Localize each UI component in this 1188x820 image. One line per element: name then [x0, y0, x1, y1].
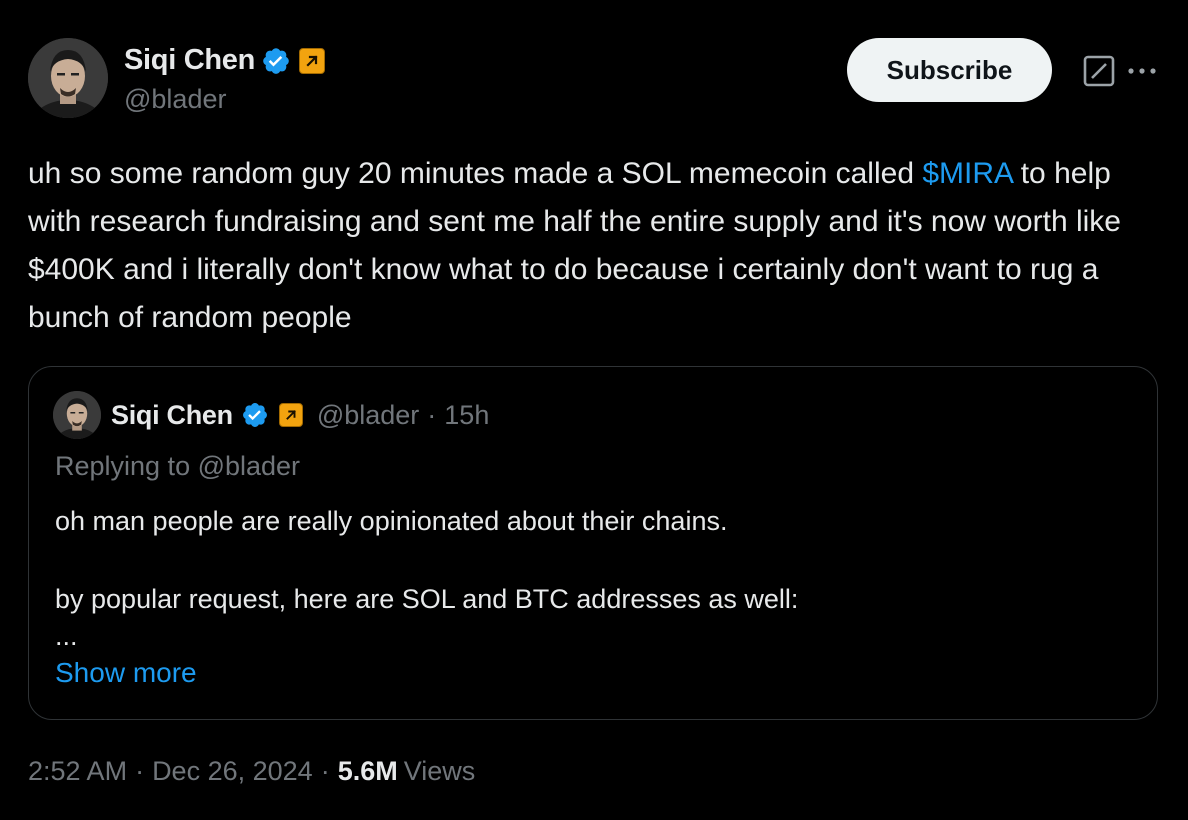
tweet-text-part1: uh so some random guy 20 minutes made a … [28, 157, 923, 190]
subscribe-button[interactable]: Subscribe [847, 38, 1052, 102]
tweet-meta: 2:52 AM · Dec 26, 2024 · 5.6M Views [28, 756, 475, 787]
grok-icon[interactable] [1082, 54, 1116, 88]
quoted-verified-badge-icon [241, 401, 269, 429]
quoted-tweet-text: oh man people are really opinionated abo… [55, 501, 1135, 653]
tweet-header: Siqi Chen @blader Subscribe [28, 38, 1160, 120]
author-handle[interactable]: @blader [124, 84, 226, 115]
verified-badge-icon [261, 46, 291, 76]
meta-separator: · [135, 756, 145, 786]
quoted-separator: · [427, 399, 437, 430]
quoted-author-name: Siqi Chen [111, 399, 233, 430]
quoted-affiliate-badge-icon [278, 403, 303, 427]
quoted-tweet-header: Siqi Chen @blader · 15h [53, 391, 489, 439]
quoted-line-2: by popular request, here are SOL and BTC… [55, 584, 799, 614]
author-name[interactable]: Siqi Chen [124, 44, 255, 77]
quoted-line-1: oh man people are really opinionated abo… [55, 506, 728, 536]
affiliate-badge-icon[interactable] [299, 47, 326, 74]
quoted-tweet[interactable]: Siqi Chen @blader · 15h Replying to @bla… [28, 366, 1158, 720]
author-name-row: Siqi Chen [124, 44, 326, 77]
author-avatar[interactable] [28, 38, 108, 118]
quoted-author-handle: @blader [316, 399, 420, 430]
quoted-timestamp: 15h [444, 399, 490, 430]
quoted-author-avatar [53, 391, 101, 439]
tweet-time[interactable]: 2:52 AM [28, 756, 127, 787]
views-count[interactable]: 5.6M [338, 756, 398, 787]
more-icon[interactable] [1124, 54, 1160, 88]
cashtag-link[interactable]: $MIRA [922, 157, 1012, 190]
quoted-replying-to: Replying to @blader [55, 451, 301, 481]
quoted-ellipsis: ... [55, 621, 78, 651]
tweet-date[interactable]: Dec 26, 2024 [152, 756, 313, 787]
tweet-text: uh so some random guy 20 minutes made a … [28, 150, 1158, 342]
show-more-link[interactable]: Show more [55, 657, 197, 689]
views-label: Views [403, 756, 476, 786]
meta-separator-2: · [320, 756, 330, 786]
